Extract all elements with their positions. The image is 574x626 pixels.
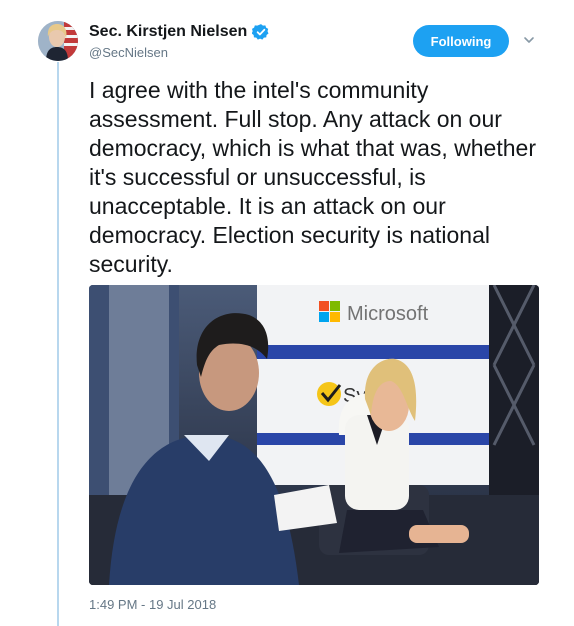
thread-connector-line <box>57 62 59 626</box>
avatar[interactable] <box>38 21 78 61</box>
tweet-photo[interactable]: Microsoft Sy <box>89 285 539 585</box>
chevron-down-icon[interactable] <box>522 33 536 47</box>
author-handle[interactable]: @SecNielsen <box>89 45 168 60</box>
author-name-row[interactable]: Sec. Kirstjen Nielsen <box>89 23 270 41</box>
following-button[interactable]: Following <box>413 25 509 57</box>
author-display-name[interactable]: Sec. Kirstjen Nielsen <box>89 23 247 41</box>
tweet-timestamp[interactable]: 1:49 PM - 19 Jul 2018 <box>89 597 216 612</box>
backdrop-logo-microsoft: Microsoft <box>347 303 429 325</box>
tweet-text: I agree with the intel's community asses… <box>89 77 536 277</box>
verified-badge-icon <box>251 23 270 41</box>
